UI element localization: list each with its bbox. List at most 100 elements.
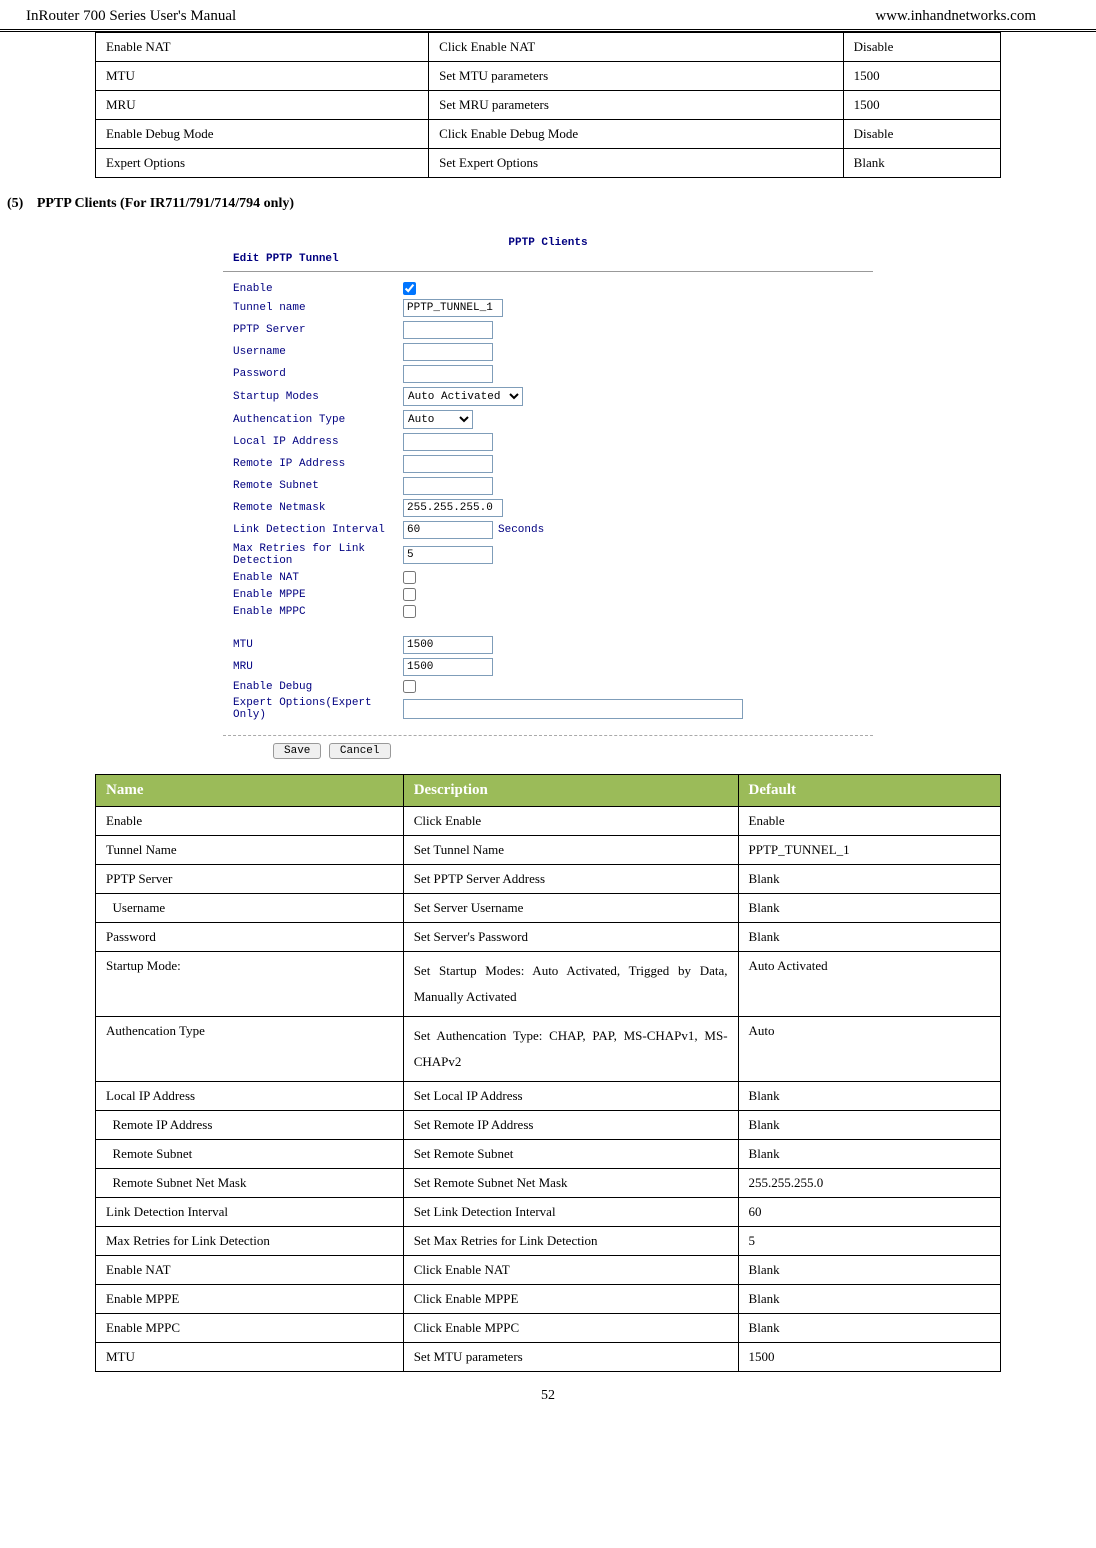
table-row: Enable Debug ModeClick Enable Debug Mode… — [96, 120, 1001, 149]
table-cell: Click Enable NAT — [429, 33, 844, 62]
form-label: Startup Modes — [233, 391, 403, 403]
table-cell: MTU — [96, 62, 429, 91]
table-row: EnableClick EnableEnable — [96, 807, 1001, 836]
table-row: MRUSet MRU parameters1500 — [96, 91, 1001, 120]
table-cell: Click Enable MPPC — [403, 1314, 738, 1343]
form-label: Username — [233, 346, 403, 358]
table-cell: Max Retries for Link Detection — [96, 1227, 404, 1256]
table-cell: Authencation Type — [96, 1017, 404, 1082]
form-label: Authencation Type — [233, 414, 403, 426]
form-title: PPTP Clients — [223, 237, 873, 249]
enable-mppe-checkbox[interactable] — [403, 588, 416, 601]
form-label: Enable MPPE — [233, 589, 403, 601]
cancel-button[interactable]: Cancel — [329, 743, 391, 759]
form-label: MTU — [233, 639, 403, 651]
form-row: Remote Subnet — [223, 475, 873, 497]
enable-mppc-checkbox[interactable] — [403, 605, 416, 618]
remote-netmask-input[interactable] — [403, 499, 503, 517]
header-left: InRouter 700 Series User's Manual — [26, 8, 236, 25]
table-cell: Disable — [843, 33, 1000, 62]
table-cell: Set Server Username — [403, 894, 738, 923]
mru-input[interactable] — [403, 658, 493, 676]
table-row: Enable NATClick Enable NATBlank — [96, 1256, 1001, 1285]
pptp-form-screenshot: PPTP Clients Edit PPTP Tunnel EnableTunn… — [218, 228, 878, 768]
form-row: Password — [223, 363, 873, 385]
table-row: UsernameSet Server UsernameBlank — [96, 894, 1001, 923]
table-row: Authencation TypeSet Authencation Type: … — [96, 1017, 1001, 1082]
col-header-default: Default — [738, 775, 1000, 807]
table-cell: Expert Options — [96, 149, 429, 178]
main-parameter-table: Name Description Default EnableClick Ena… — [95, 774, 1001, 1372]
table-row: MTUSet MTU parameters1500 — [96, 1343, 1001, 1372]
auth-type-select[interactable]: Auto — [403, 410, 473, 429]
form-row: Expert Options(Expert Only) — [223, 695, 873, 723]
table-row: PasswordSet Server's PasswordBlank — [96, 923, 1001, 952]
remote-subnet-input[interactable] — [403, 477, 493, 495]
max-retries-input[interactable] — [403, 546, 493, 564]
enable-debug-checkbox[interactable] — [403, 680, 416, 693]
form-suffix: Seconds — [498, 524, 544, 536]
table-cell: Click Enable — [403, 807, 738, 836]
table-cell: Blank — [738, 865, 1000, 894]
tunnel-name-input[interactable] — [403, 299, 503, 317]
table-row: Tunnel NameSet Tunnel NamePPTP_TUNNEL_1 — [96, 836, 1001, 865]
top-parameter-table: Enable NATClick Enable NATDisableMTUSet … — [95, 32, 1001, 178]
username-input[interactable] — [403, 343, 493, 361]
form-row: Tunnel name — [223, 297, 873, 319]
expert-options-input[interactable] — [403, 699, 743, 719]
save-button[interactable]: Save — [273, 743, 321, 759]
table-cell: 1500 — [843, 91, 1000, 120]
table-cell: MTU — [96, 1343, 404, 1372]
enable-checkbox[interactable] — [403, 282, 416, 295]
form-label: Enable MPPC — [233, 606, 403, 618]
form-row: MTU — [223, 634, 873, 656]
table-row: Max Retries for Link DetectionSet Max Re… — [96, 1227, 1001, 1256]
form-label: Expert Options(Expert Only) — [233, 697, 403, 721]
table-cell: Blank — [738, 923, 1000, 952]
form-row: Remote IP Address — [223, 453, 873, 475]
remote-ip-input[interactable] — [403, 455, 493, 473]
table-cell: Set Remote Subnet — [403, 1140, 738, 1169]
form-label: PPTP Server — [233, 324, 403, 336]
table-cell: Remote Subnet Net Mask — [96, 1169, 404, 1198]
table-cell: Set PPTP Server Address — [403, 865, 738, 894]
col-header-description: Description — [403, 775, 738, 807]
table-cell: Set Expert Options — [429, 149, 844, 178]
table-cell: Enable MPPE — [96, 1285, 404, 1314]
table-cell: Set Authencation Type: CHAP, PAP, MS-CHA… — [403, 1017, 738, 1082]
page-header: InRouter 700 Series User's Manual www.in… — [0, 0, 1096, 32]
form-label: Max Retries for Link Detection — [233, 543, 403, 567]
table-cell: 5 — [738, 1227, 1000, 1256]
table-cell: Remote Subnet — [96, 1140, 404, 1169]
startup-modes-select[interactable]: Auto Activated — [403, 387, 523, 406]
table-cell: Click Enable NAT — [403, 1256, 738, 1285]
password-input[interactable] — [403, 365, 493, 383]
table-cell: Blank — [738, 894, 1000, 923]
local-ip-input[interactable] — [403, 433, 493, 451]
mtu-input[interactable] — [403, 636, 493, 654]
form-row: Local IP Address — [223, 431, 873, 453]
enable-nat-checkbox[interactable] — [403, 571, 416, 584]
table-cell: Username — [96, 894, 404, 923]
pptp-server-input[interactable] — [403, 321, 493, 339]
table-cell: Blank — [738, 1111, 1000, 1140]
table-cell: Set Remote Subnet Net Mask — [403, 1169, 738, 1198]
form-label: Enable — [233, 283, 403, 295]
section-title: PPTP Clients (For IR711/791/714/794 only… — [37, 196, 294, 211]
table-cell: Auto — [738, 1017, 1000, 1082]
table-cell: 60 — [738, 1198, 1000, 1227]
link-detection-input[interactable] — [403, 521, 493, 539]
table-cell: Blank — [738, 1285, 1000, 1314]
form-row: MRU — [223, 656, 873, 678]
form-label: Tunnel name — [233, 302, 403, 314]
form-row: Remote Netmask — [223, 497, 873, 519]
form-label: Remote Subnet — [233, 480, 403, 492]
table-row: MTUSet MTU parameters1500 — [96, 62, 1001, 91]
form-row: Enable — [223, 280, 873, 297]
table-row: Link Detection IntervalSet Link Detectio… — [96, 1198, 1001, 1227]
table-cell: Enable NAT — [96, 1256, 404, 1285]
form-row: PPTP Server — [223, 319, 873, 341]
form-row: Enable Debug — [223, 678, 873, 695]
table-cell: Local IP Address — [96, 1082, 404, 1111]
table-cell: 1500 — [738, 1343, 1000, 1372]
